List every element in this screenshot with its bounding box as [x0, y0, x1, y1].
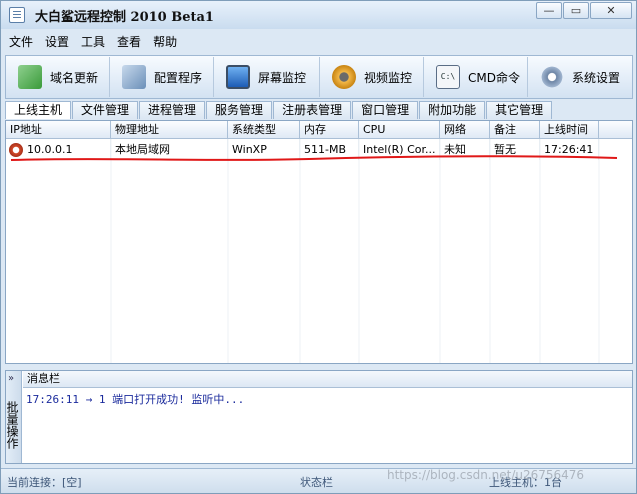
- monitor-icon: [226, 65, 250, 89]
- system-settings-button[interactable]: 系统设置: [528, 57, 632, 97]
- minimize-button[interactable]: —: [536, 2, 562, 19]
- menu-tools[interactable]: 工具: [77, 32, 109, 52]
- menu-help[interactable]: 帮助: [149, 32, 181, 52]
- tab-file-manager[interactable]: 文件管理: [72, 101, 139, 119]
- menu-settings[interactable]: 设置: [41, 32, 73, 52]
- red-underline-annotation: [10, 155, 618, 161]
- batch-sidebar[interactable]: » 批量操作: [5, 371, 22, 463]
- cmd-label: CMD命令: [468, 70, 520, 85]
- empty-grid-lines: [110, 139, 600, 363]
- tab-process-manager[interactable]: 进程管理: [139, 101, 206, 119]
- screen-monitor-label: 屏幕监控: [258, 70, 307, 85]
- main-window: 大白鲨远程控制 2010 Beta1 — ▭ ✕ 文件 设置 工具 查看 帮助 …: [0, 0, 637, 494]
- message-header: 消息栏: [23, 371, 632, 388]
- close-button[interactable]: ✕: [590, 2, 632, 19]
- video-monitor-button[interactable]: 视频监控: [320, 57, 424, 97]
- maximize-button[interactable]: ▭: [563, 2, 589, 19]
- menu-file[interactable]: 文件: [5, 32, 37, 52]
- col-cpu[interactable]: CPU: [359, 121, 440, 138]
- message-panel: » 批量操作 消息栏 17:26:11 → 1 端口打开成功! 监听中...: [5, 370, 633, 464]
- settings-icon: [540, 65, 564, 89]
- tab-extra-functions[interactable]: 附加功能: [419, 101, 486, 119]
- col-ip[interactable]: IP地址: [6, 121, 111, 138]
- tab-strip: 上线主机 文件管理 进程管理 服务管理 注册表管理 窗口管理 附加功能 其它管理: [5, 101, 553, 119]
- tab-other-manager[interactable]: 其它管理: [486, 101, 553, 119]
- menu-bar: 文件 设置 工具 查看 帮助: [1, 32, 181, 52]
- status-center: 状态栏: [300, 476, 333, 489]
- expand-chevron-icon[interactable]: »: [8, 373, 14, 384]
- webcam-icon: [332, 65, 356, 89]
- video-monitor-label: 视频监控: [364, 70, 413, 85]
- title-bar[interactable]: 大白鲨远程控制 2010 Beta1 — ▭ ✕: [1, 1, 636, 29]
- window-title: 大白鲨远程控制 2010 Beta1: [35, 9, 214, 25]
- window-controls: — ▭ ✕: [535, 2, 632, 19]
- col-os-type[interactable]: 系统类型: [228, 121, 300, 138]
- message-line: 17:26:11 → 1 端口打开成功! 监听中...: [26, 393, 245, 406]
- screen-monitor-button[interactable]: 屏幕监控: [214, 57, 320, 97]
- cmd-icon: C:\: [436, 65, 460, 89]
- app-icon: [9, 7, 25, 23]
- col-online-time[interactable]: 上线时间: [540, 121, 599, 138]
- col-physical-address[interactable]: 物理地址: [111, 121, 228, 138]
- menu-view[interactable]: 查看: [113, 32, 145, 52]
- tab-service-manager[interactable]: 服务管理: [206, 101, 273, 119]
- col-remark[interactable]: 备注: [490, 121, 540, 138]
- col-network[interactable]: 网络: [440, 121, 490, 138]
- cmd-button[interactable]: C:\ CMD命令: [424, 57, 528, 97]
- tab-registry-manager[interactable]: 注册表管理: [273, 101, 352, 119]
- watermark-text: https://blog.csdn.net/u26756476: [387, 468, 585, 482]
- config-button[interactable]: 配置程序: [110, 57, 214, 97]
- domain-update-icon: [18, 65, 42, 89]
- domain-update-label: 域名更新: [50, 70, 99, 85]
- domain-update-button[interactable]: 域名更新: [6, 57, 110, 97]
- tab-online-hosts[interactable]: 上线主机: [5, 101, 72, 119]
- table-header: IP地址 物理地址 系统类型 内存 CPU 网络 备注 上线时间: [6, 121, 632, 139]
- system-settings-label: 系统设置: [572, 70, 621, 85]
- status-connection: 当前连接：[空]: [7, 476, 82, 489]
- config-label: 配置程序: [154, 70, 203, 85]
- config-icon: [122, 65, 146, 89]
- col-memory[interactable]: 内存: [300, 121, 359, 138]
- batch-label: 批量操作: [5, 401, 19, 449]
- tab-window-manager[interactable]: 窗口管理: [352, 101, 419, 119]
- toolbar: 域名更新 配置程序 屏幕监控 视频监控 C:\ CMD命令 系统设置: [5, 55, 633, 99]
